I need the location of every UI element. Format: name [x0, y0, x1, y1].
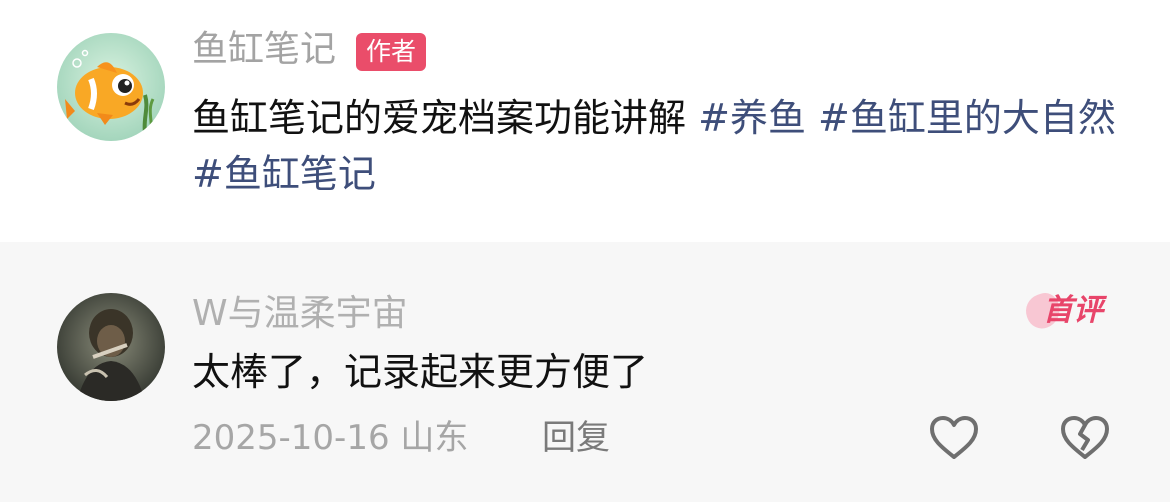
comment-date: 2025-10-16 — [192, 418, 390, 458]
reply-button[interactable]: 回复 — [542, 416, 610, 460]
broken-heart-icon — [1061, 416, 1109, 459]
comment-text: 太棒了，记录起来更方便了 — [192, 350, 649, 394]
post-text: 鱼缸笔记的爱宠档案功能讲解 #养鱼 #鱼缸里的大自然 #鱼缸笔记 — [192, 90, 1132, 202]
goldfish-avatar-icon — [57, 33, 165, 141]
author-name[interactable]: 鱼缸笔记 — [192, 28, 336, 72]
like-button[interactable] — [928, 414, 980, 462]
author-avatar[interactable] — [57, 33, 165, 141]
post-body-text: 鱼缸笔记的爱宠档案功能讲解 — [192, 96, 687, 140]
first-comment-label: 首评 — [1043, 293, 1103, 328]
comment-location: 山东 — [400, 418, 469, 458]
commenter-name[interactable]: W与温柔宇宙 — [192, 292, 408, 336]
hashtag-link[interactable]: #鱼缸里的大自然 — [818, 96, 1116, 140]
portrait-avatar-icon — [57, 293, 165, 401]
comment-meta: 2025-10-16 山东 — [192, 416, 468, 460]
first-comment-badge: 首评 — [1021, 288, 1110, 334]
heart-outline-icon — [930, 416, 978, 459]
hashtag-link[interactable]: #鱼缸笔记 — [192, 152, 376, 196]
post-header: 鱼缸笔记 作者 鱼缸笔记的爱宠档案功能讲解 #养鱼 #鱼缸里的大自然 #鱼缸笔记 — [0, 0, 1170, 242]
hashtag-link[interactable]: #养鱼 — [698, 96, 806, 140]
author-badge: 作者 — [356, 33, 427, 71]
commenter-avatar[interactable] — [57, 293, 165, 401]
dislike-button[interactable] — [1058, 414, 1112, 462]
